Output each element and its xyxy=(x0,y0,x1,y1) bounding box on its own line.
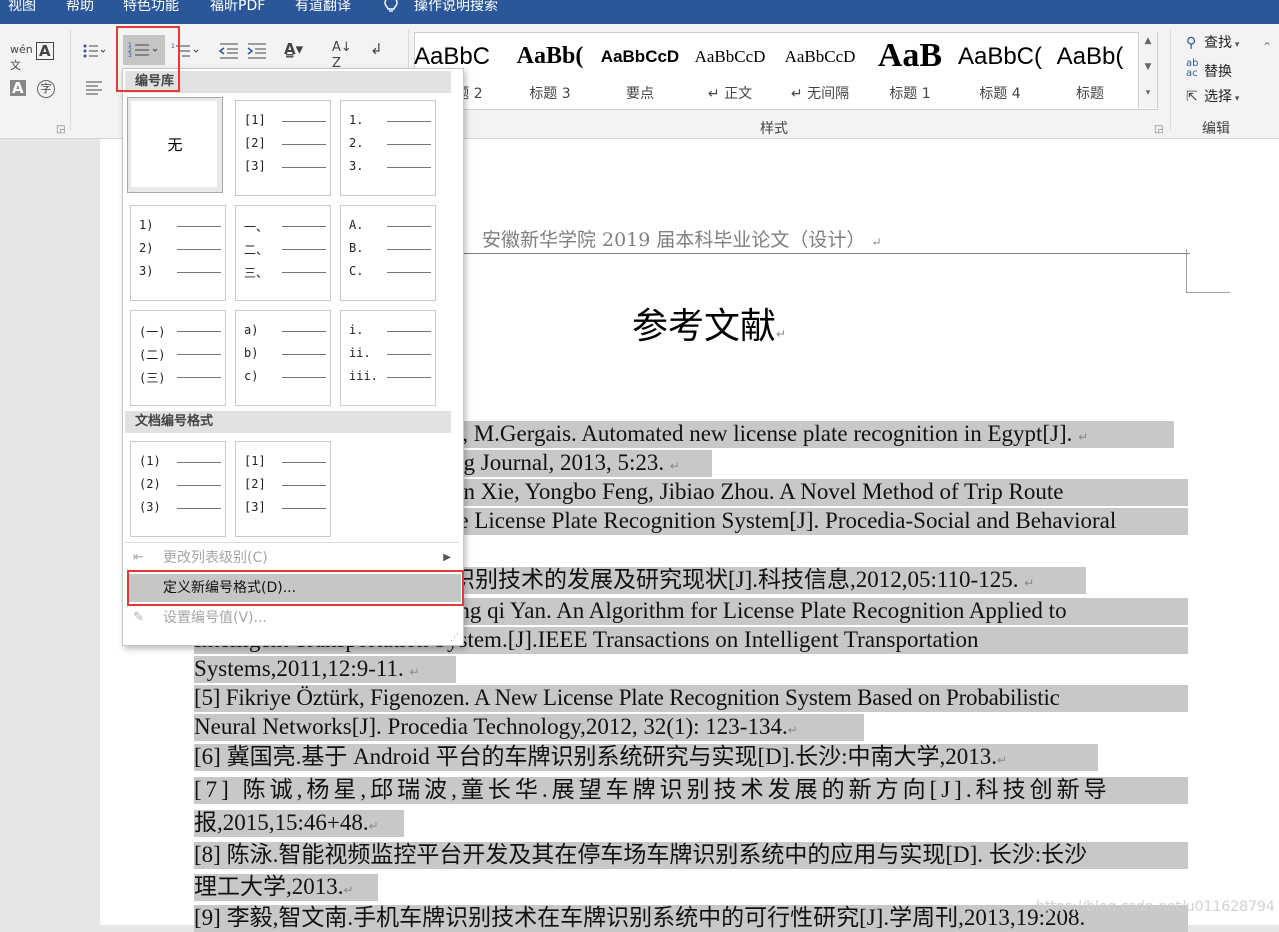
numbering-tile-bracket[interactable]: [1] [2] [3] xyxy=(235,100,331,196)
phonetic-guide-icon[interactable]: wén 文 xyxy=(10,42,33,74)
editing-group-label: 编辑 xyxy=(1202,121,1230,137)
ref-line: [7] 陈诚,杨星,邱瑞波,童长华.展望车牌识别技术发展的新方向[J].科技创新… xyxy=(194,777,1188,804)
menu-bar: 视图 帮助 特色功能 福昕PDF 有道翻译 操作说明搜索 xyxy=(0,0,1279,24)
collapse-ribbon-icon[interactable]: ⌃ xyxy=(1262,40,1272,54)
find-button[interactable]: ⚲ 查找 ▾ xyxy=(1186,32,1239,52)
menu-youdao[interactable]: 有道翻译 xyxy=(295,0,351,15)
list-level-icon: ⇤ xyxy=(133,550,144,565)
lightbulb-icon xyxy=(384,0,398,12)
ref-line: Systems,2011,12:9-11. ↵ xyxy=(194,656,456,683)
menu-help[interactable]: 帮助 xyxy=(66,0,94,15)
numbering-tile-roman[interactable]: i. ii. iii. xyxy=(340,310,436,406)
numbering-tile-chinese-paren[interactable]: (一) (二) (三) xyxy=(130,310,226,406)
document-title: 参考文献↵ xyxy=(632,306,787,347)
character-border-icon[interactable]: A xyxy=(36,42,54,60)
scroll-up-icon[interactable]: ▲ xyxy=(1142,36,1154,46)
ref-line: [8] 陈泳.智能视频监控平台开发及其在停车场车牌识别系统中的应用与实现[D].… xyxy=(194,842,1188,869)
watermark: https://blog.csdn.net/u011628794 xyxy=(1036,899,1275,915)
ref-line: [6] 冀国亮.基于 Android 平台的车牌识别系统研究与实现[D].长沙:… xyxy=(194,744,1098,771)
tell-me-search[interactable]: 操作说明搜索 xyxy=(414,0,498,15)
numbering-none-tile[interactable]: 无 xyxy=(127,97,223,193)
decrease-indent-icon[interactable] xyxy=(218,42,240,60)
style-heading-1[interactable]: AaB 标题 1 xyxy=(865,37,955,103)
cursor-icon: ⇱ xyxy=(1186,89,1198,105)
ref-line: 理工大学,2013.↵ xyxy=(194,874,378,901)
replace-button[interactable]: ab ac 替换 xyxy=(1186,59,1232,81)
ref-line: e, M.Gergais. Automated new license plat… xyxy=(452,421,1174,448)
enclose-characters-icon[interactable]: 字 xyxy=(37,80,55,98)
menu-features[interactable]: 特色功能 xyxy=(123,0,179,15)
numbering-button[interactable]: 123 xyxy=(123,35,165,65)
document-formats-header: 文档编号格式 xyxy=(125,411,451,433)
font-dialog-launcher-icon[interactable]: ◲ xyxy=(56,124,65,135)
chinese-layout-icon[interactable]: A̳▾ xyxy=(284,41,303,57)
style-normal[interactable]: AaBbCcD ↵ 正文 xyxy=(685,37,775,103)
ref-line: un Xie, Yongbo Feng, Jibiao Zhou. A Nove… xyxy=(452,479,1188,506)
menu-foxit-pdf[interactable]: 福昕PDF xyxy=(210,0,265,15)
bullets-icon[interactable] xyxy=(82,42,106,60)
numbering-tile-paren[interactable]: 1) 2) 3) xyxy=(130,205,226,301)
svg-text:1: 1 xyxy=(171,43,175,50)
ref-line: le License Plate Recognition System[J]. … xyxy=(452,508,1188,535)
numbering-dropdown: 编号库 无 [1] [2] [3] 1. 2. 3. 1) 2) 3) 一、 二… xyxy=(122,68,464,646)
ref-line: 识别技术的发展及研究现状[J].科技信息,2012,05:110-125. ↵ xyxy=(452,567,1086,594)
styles-dialog-launcher-icon[interactable]: ◲ xyxy=(1154,124,1163,135)
search-icon: ⚲ xyxy=(1186,35,1197,51)
show-formatting-icon[interactable]: ↲ xyxy=(370,41,383,57)
menu-view[interactable]: 视图 xyxy=(8,0,36,15)
ref-line: Neural Networks[J]. Procedia Technology,… xyxy=(194,714,864,741)
multilevel-list-icon[interactable]: 1 xyxy=(170,42,204,60)
styles-scroll: ▲ ▼ ▾ xyxy=(1138,32,1157,108)
ref-line: ing qi Yan. An Algorithm for License Pla… xyxy=(452,598,1188,625)
numbering-library-header: 编号库 xyxy=(125,71,451,93)
align-left-icon[interactable] xyxy=(84,80,104,96)
character-shading-icon[interactable]: A xyxy=(10,80,26,96)
numbering-icon: 123 xyxy=(128,42,158,59)
style-title[interactable]: AaBb( 标题 xyxy=(1045,37,1135,103)
set-value-icon: ✎ xyxy=(133,610,144,625)
increase-indent-icon[interactable] xyxy=(246,42,268,60)
resize-grip-icon[interactable]: ⋰ xyxy=(450,633,459,643)
ref-line: [5] Fikriye Öztürk, Figenozen. A New Lic… xyxy=(194,685,1188,712)
numbering-tile-decimal[interactable]: 1. 2. 3. xyxy=(340,100,436,196)
numbering-tile-doc-bracket[interactable]: [1] [2] [3] xyxy=(235,441,331,537)
style-emphasis[interactable]: AaBbCcD 要点 xyxy=(595,37,685,103)
submenu-arrow-icon: ▶ xyxy=(443,552,451,563)
gallery-more-icon[interactable]: ▾ xyxy=(1142,88,1154,98)
define-new-number-format-item[interactable]: 定义新编号格式(D)... xyxy=(127,574,461,602)
styles-group-label: 样式 xyxy=(760,121,788,137)
numbering-tile-chinese[interactable]: 一、 二、 三、 xyxy=(235,205,331,301)
set-numbering-value-item[interactable]: ✎ 设置编号值(V)... xyxy=(127,604,461,632)
change-list-level-item[interactable]: ⇤ 更改列表级别(C) ▶ xyxy=(127,544,461,572)
page-header: 安徽新华学院 2019 届本科毕业论文（设计） ↵ xyxy=(482,229,882,251)
select-button[interactable]: ⇱ 选择 ▾ xyxy=(1186,86,1239,106)
ref-line: ng Journal, 2013, 5:23. ↵ xyxy=(452,450,712,477)
scroll-down-icon[interactable]: ▼ xyxy=(1142,62,1154,72)
style-no-spacing[interactable]: AaBbCcD ↵ 无间隔 xyxy=(775,37,865,103)
style-heading-4[interactable]: AaBbC( 标题 4 xyxy=(955,37,1045,103)
style-heading-3[interactable]: AaBb( 标题 3 xyxy=(505,37,595,103)
replace-icon: ab ac xyxy=(1186,58,1199,79)
numbering-tile-upper-alpha[interactable]: A. B. C. xyxy=(340,205,436,301)
styles-gallery: AaBbC 标题 2 AaBb( 标题 3 AaBbCcD 要点 AaBbCcD… xyxy=(414,32,1158,110)
numbering-tile-lower-alpha[interactable]: a) b) c) xyxy=(235,310,331,406)
svg-text:3: 3 xyxy=(128,52,132,59)
numbering-tile-doc-paren[interactable]: (1) (2) (3) xyxy=(130,441,226,537)
ref-line: 报,2015,15:46+48.↵ xyxy=(194,810,404,837)
